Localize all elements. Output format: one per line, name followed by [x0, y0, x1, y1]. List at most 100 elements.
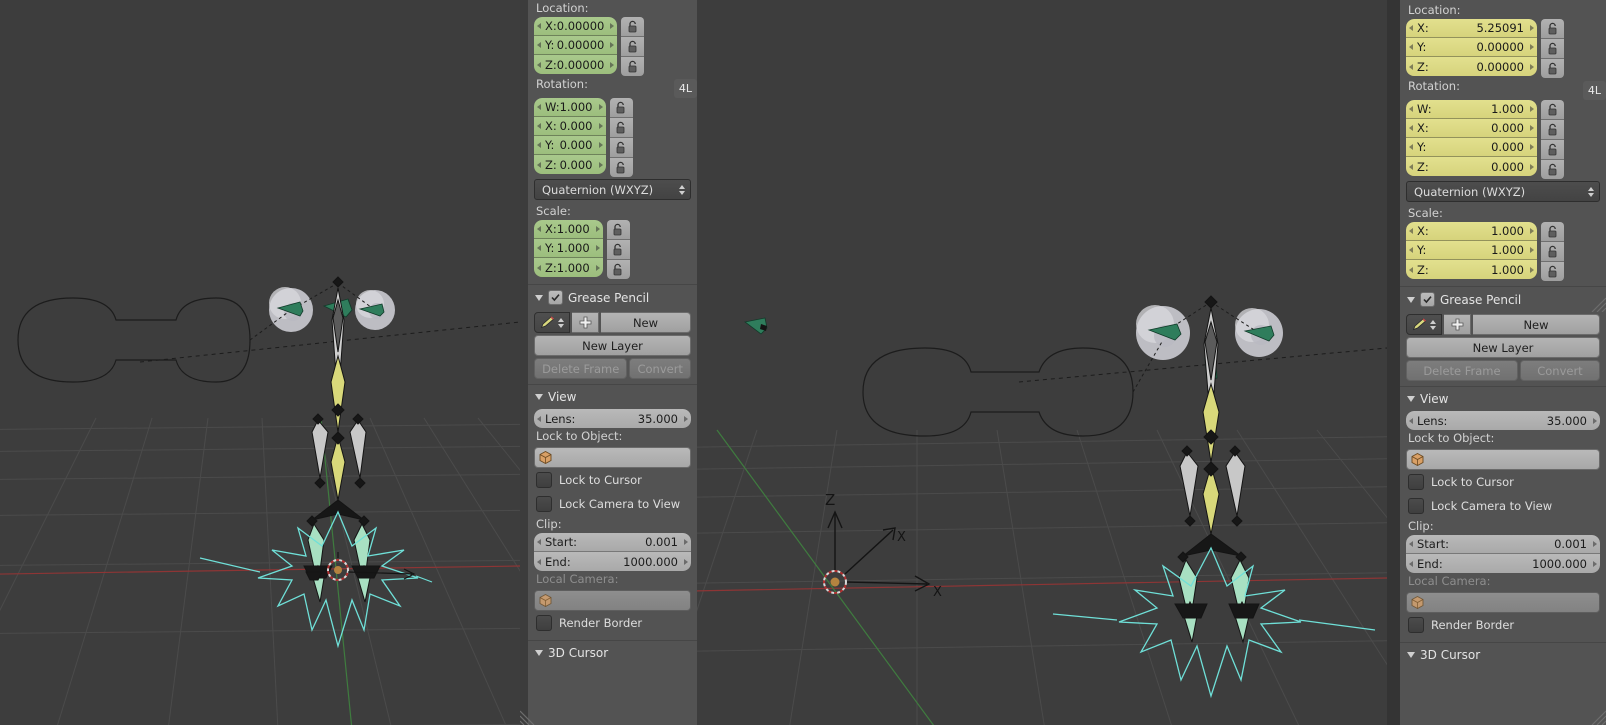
rotation-w-field-right[interactable]: W: 1.000 [1406, 100, 1537, 119]
lock-location-y-button[interactable] [621, 37, 645, 57]
location-x-field-right[interactable]: X: 5.25091 [1406, 19, 1537, 38]
lock-camera-to-view-checkbox-right[interactable] [1408, 498, 1424, 514]
grease-pencil-checkbox-right[interactable] [1420, 292, 1435, 307]
lock-scale-y-button[interactable] [606, 240, 630, 260]
lens-field-right[interactable]: Lens: 35.000 [1406, 411, 1600, 430]
add-grease-pencil-button[interactable] [572, 312, 599, 333]
lock-location-z-button-right[interactable] [1541, 59, 1564, 78]
grease-pencil-header-right[interactable]: Grease Pencil [1400, 286, 1606, 312]
lens-field[interactable]: Lens: 35.000 [534, 409, 691, 428]
layer-indicator-button-right[interactable]: 4L [1583, 81, 1606, 100]
view-header-right[interactable]: View [1400, 386, 1606, 411]
lock-location-z-button[interactable] [621, 57, 645, 76]
clip-end-field-right[interactable]: End: 1000.000 [1406, 554, 1600, 573]
lock-camera-to-view-row-right[interactable]: Lock Camera to View [1400, 494, 1606, 518]
rotation-lock-column[interactable] [609, 98, 633, 177]
render-border-row-right[interactable]: Render Border [1400, 613, 1606, 637]
grease-pencil-checkbox[interactable] [548, 290, 563, 305]
lock-scale-z-button[interactable] [606, 260, 630, 279]
location-z-field-right[interactable]: Z: 0.00000 [1406, 57, 1537, 76]
scale-z-field[interactable]: Z: 1.000 [534, 258, 603, 277]
grease-pencil-header[interactable]: Grease Pencil [528, 284, 697, 310]
scale-lock-column-right[interactable] [1541, 222, 1564, 281]
lock-rotation-y-button[interactable] [609, 138, 633, 158]
scale-z-field-right[interactable]: Z: 1.000 [1406, 260, 1537, 279]
lock-to-cursor-checkbox[interactable] [536, 472, 552, 488]
rotation-lock-column-right[interactable] [1541, 100, 1564, 179]
location-y-field-right[interactable]: Y: 0.00000 [1406, 38, 1537, 57]
lock-location-x-button-right[interactable] [1541, 19, 1564, 39]
lock-camera-to-view-row[interactable]: Lock Camera to View [528, 492, 697, 516]
local-camera-field[interactable] [534, 590, 691, 611]
rotation-mode-dropdown-right[interactable]: Quaternion (WXYZ) [1406, 181, 1600, 202]
cursor-3d-header[interactable]: 3D Cursor [528, 640, 697, 665]
location-lock-column[interactable] [621, 17, 645, 76]
location-z-field[interactable]: Z: 0.00000 [534, 55, 618, 74]
new-grease-pencil-button-right[interactable]: New [1473, 314, 1600, 335]
scale-x-field-right[interactable]: X: 1.000 [1406, 222, 1537, 241]
lock-location-y-button-right[interactable] [1541, 39, 1564, 59]
lock-scale-x-button[interactable] [606, 220, 630, 240]
lock-rotation-w-button[interactable] [609, 98, 633, 118]
location-x-field[interactable]: X: 0.00000 [534, 17, 618, 36]
convert-button[interactable]: Convert [629, 358, 692, 379]
render-border-checkbox-right[interactable] [1408, 617, 1424, 633]
grease-pencil-new-row: New [534, 312, 691, 333]
convert-button-right[interactable]: Convert [1519, 360, 1601, 381]
properties-panel-right[interactable]: Location: X: 5.25091 Y: 0.00000 Z: 0.000… [1387, 0, 1606, 725]
rotation-mode-dropdown[interactable]: Quaternion (WXYZ) [534, 179, 691, 200]
viewport-left[interactable] [0, 0, 520, 725]
pencil-icon-right[interactable] [1406, 314, 1442, 335]
lock-camera-to-view-checkbox[interactable] [536, 496, 552, 512]
lock-rotation-z-button-right[interactable] [1541, 160, 1564, 179]
lock-to-cursor-row-right[interactable]: Lock to Cursor [1400, 470, 1606, 494]
rotation-z-field[interactable]: Z: 0.000 [534, 155, 606, 174]
lock-to-cursor-checkbox-right[interactable] [1408, 474, 1424, 490]
add-grease-pencil-button-right[interactable] [1444, 314, 1471, 335]
rotation-x-field-right[interactable]: X: 0.000 [1406, 119, 1537, 138]
rotation-row: W: 1.000 X: 0.000 Y: 0.000 Z: 0.000 [528, 98, 697, 177]
new-layer-button[interactable]: New Layer [534, 335, 691, 356]
lock-rotation-x-button[interactable] [609, 118, 633, 138]
lock-scale-z-button-right[interactable] [1541, 262, 1564, 281]
scale-x-field[interactable]: X: 1.000 [534, 220, 603, 239]
rotation-w-field[interactable]: W: 1.000 [534, 98, 606, 117]
delete-frame-button[interactable]: Delete Frame [534, 358, 628, 379]
lock-location-x-button[interactable] [621, 17, 645, 37]
viewport-right[interactable]: Z X X [697, 0, 1387, 725]
local-camera-field-right[interactable] [1406, 592, 1600, 613]
clip-end-field[interactable]: End: 1000.000 [534, 552, 691, 571]
rotation-y-field-right[interactable]: Y: 0.000 [1406, 138, 1537, 157]
scale-lock-column[interactable] [606, 220, 630, 279]
cursor-3d-header-right[interactable]: 3D Cursor [1400, 642, 1606, 667]
location-y-field[interactable]: Y: 0.00000 [534, 36, 618, 55]
location-lock-column-right[interactable] [1541, 19, 1564, 78]
scale-y-field[interactable]: Y: 1.000 [534, 239, 603, 258]
lock-rotation-y-button-right[interactable] [1541, 140, 1564, 160]
pencil-icon[interactable] [534, 312, 570, 333]
new-layer-button-right[interactable]: New Layer [1406, 337, 1600, 358]
lock-to-cursor-row[interactable]: Lock to Cursor [528, 468, 697, 492]
lock-scale-y-button-right[interactable] [1541, 242, 1564, 262]
rotation-z-field-right[interactable]: Z: 0.000 [1406, 157, 1537, 176]
delete-frame-button-right[interactable]: Delete Frame [1406, 360, 1518, 381]
lock-rotation-z-button[interactable] [609, 158, 633, 177]
clip-start-field[interactable]: Start: 0.001 [534, 533, 691, 552]
rotation-x-field[interactable]: X: 0.000 [534, 117, 606, 136]
clip-start-field-right[interactable]: Start: 0.001 [1406, 535, 1600, 554]
view-header[interactable]: View [528, 384, 697, 409]
scale-y-field-right[interactable]: Y: 1.000 [1406, 241, 1537, 260]
lock-scale-x-button-right[interactable] [1541, 222, 1564, 242]
lock-to-object-field[interactable] [534, 447, 691, 468]
layer-indicator-button[interactable]: 4L [674, 79, 697, 98]
render-border-checkbox[interactable] [536, 615, 552, 631]
lock-to-object-field-right[interactable] [1406, 449, 1600, 470]
clip-end-label: End: [545, 554, 571, 569]
properties-panel-left[interactable]: Location: X: 0.00000 Y: 0.00000 Z: 0.000… [520, 0, 697, 725]
render-border-row[interactable]: Render Border [528, 611, 697, 635]
lock-rotation-w-button-right[interactable] [1541, 100, 1564, 120]
rotation-y-field[interactable]: Y: 0.000 [534, 136, 606, 155]
scale-fields-right: X: 1.000 Y: 1.000 Z: 1.000 [1406, 222, 1537, 281]
lock-rotation-x-button-right[interactable] [1541, 120, 1564, 140]
new-grease-pencil-button[interactable]: New [601, 312, 691, 333]
